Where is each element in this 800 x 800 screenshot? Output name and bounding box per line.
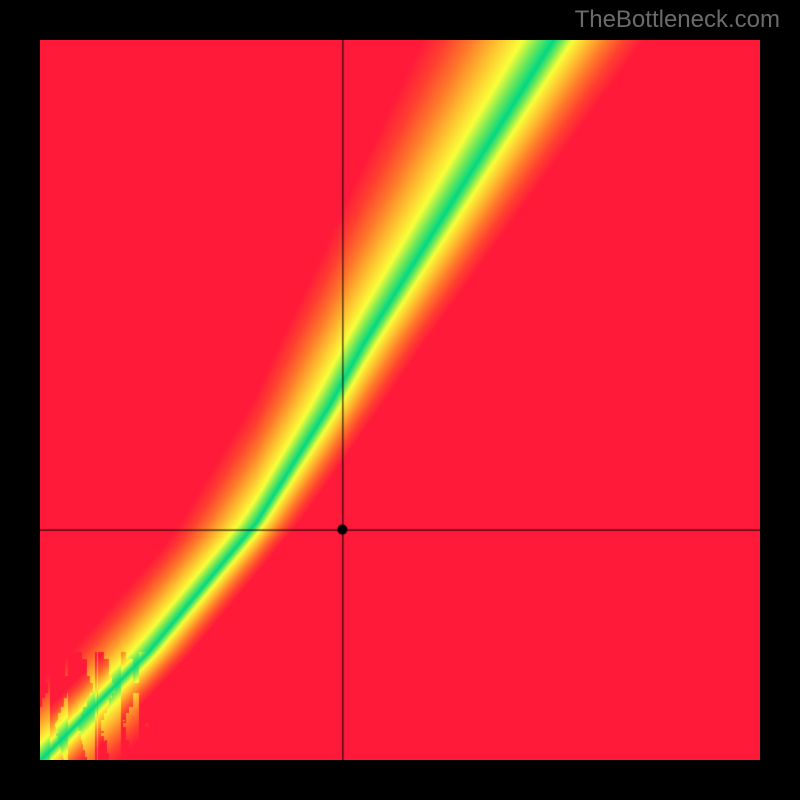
heatmap-canvas [40,40,760,760]
watermark-text: TheBottleneck.com [575,6,780,34]
heatmap-plot [40,40,760,760]
